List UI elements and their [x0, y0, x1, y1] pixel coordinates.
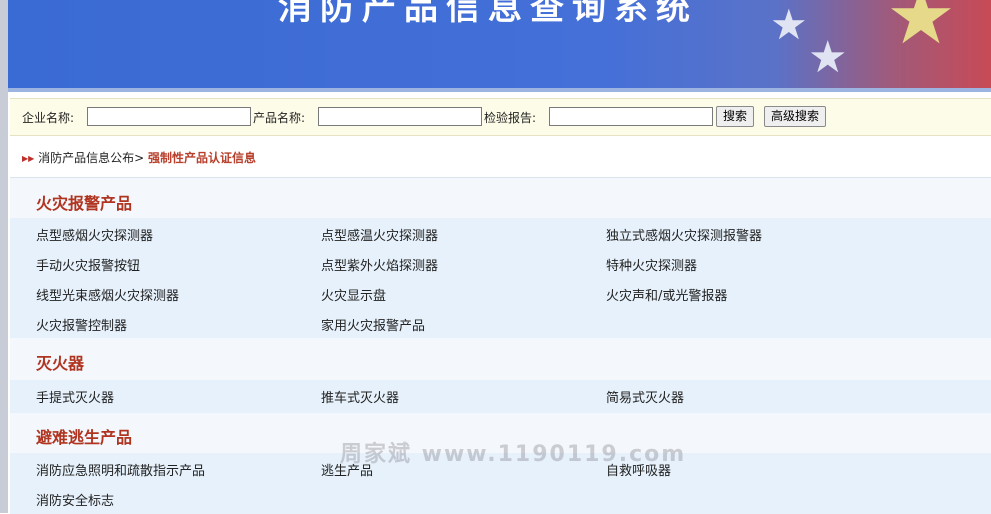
category-title: 火灾报警产品 [36, 194, 133, 213]
banner-divider [8, 88, 991, 92]
list-item-link[interactable]: 推车式灭火器 [321, 387, 399, 406]
list-item-link[interactable]: 火灾显示盘 [321, 285, 386, 304]
report-label: 检验报告: [484, 111, 537, 125]
product-input[interactable] [318, 107, 482, 126]
breadcrumb-current: 强制性产品认证信息 [148, 151, 257, 165]
star-icon: ★ [770, 0, 808, 49]
star-icon: ★ [808, 32, 848, 83]
site-title: 消防产品信息查询系统 [278, 0, 698, 28]
list-item-link[interactable]: 点型紫外火焰探测器 [321, 255, 438, 274]
list-item-link[interactable]: 火灾声和/或光警报器 [606, 285, 727, 304]
search-bar: 企业名称: 产品名称: 检验报告: 搜索 高级搜索 [10, 98, 991, 136]
flag-star-icon: ★ [886, 0, 956, 62]
category-title: 避难逃生产品 [36, 428, 133, 447]
list-item-link[interactable]: 消防安全标志 [36, 490, 114, 509]
header-banner: 消防产品信息查询系统 ★ ★ ★ [8, 0, 991, 88]
list-item-link[interactable]: 火灾报警控制器 [36, 315, 127, 334]
list-item-link[interactable]: 线型光束感烟火灾探测器 [36, 285, 179, 304]
list-item-link[interactable]: 消防应急照明和疏散指示产品 [36, 460, 205, 479]
list-item-link[interactable]: 独立式感烟火灾探测报警器 [606, 225, 762, 244]
list-item-link[interactable]: 简易式灭火器 [606, 387, 684, 406]
list-item-link[interactable]: 手动火灾报警按钮 [36, 255, 140, 274]
left-edge-strip [0, 0, 8, 513]
list-item-link[interactable]: 特种火灾探测器 [606, 255, 697, 274]
report-input[interactable] [549, 107, 713, 126]
breadcrumb-parent-link[interactable]: 消防产品信息公布> [38, 151, 144, 165]
watermark-text: 周家斌 www.1190119.com [340, 442, 687, 467]
double-arrow-icon: ▶▶ [22, 154, 35, 163]
list-item-link[interactable]: 点型感烟火灾探测器 [36, 225, 153, 244]
list-item-link[interactable]: 家用火灾报警产品 [321, 315, 425, 334]
product-label: 产品名称: [253, 111, 306, 125]
category-title: 灭火器 [36, 354, 85, 373]
company-input[interactable] [87, 107, 251, 126]
list-item-link[interactable]: 手提式灭火器 [36, 387, 114, 406]
search-button[interactable]: 搜索 [716, 106, 755, 127]
company-label: 企业名称: [22, 111, 75, 125]
advanced-search-button[interactable]: 高级搜索 [764, 106, 827, 127]
list-item-link[interactable]: 点型感温火灾探测器 [321, 225, 438, 244]
breadcrumb: ▶▶ 消防产品信息公布> 强制性产品认证信息 [22, 149, 256, 166]
